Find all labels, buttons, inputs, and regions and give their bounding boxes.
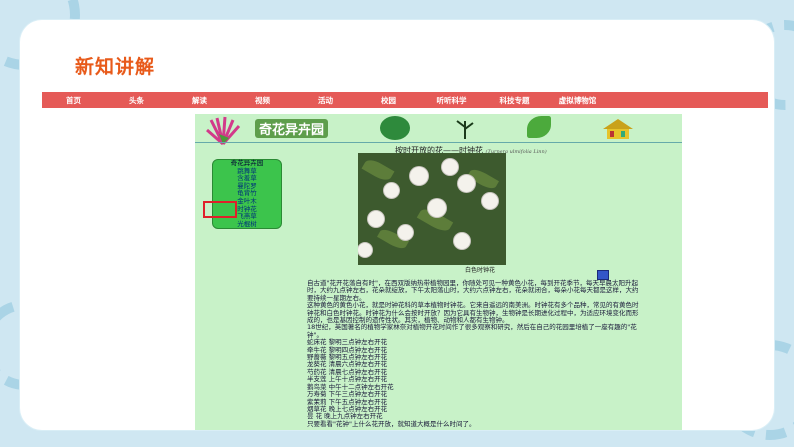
slide-title: 新知讲解 xyxy=(75,56,156,78)
nav-item-topics[interactable]: 科技专题 xyxy=(483,95,546,106)
nav-item-headlines[interactable]: 头条 xyxy=(105,95,168,106)
leaf-icon[interactable] xyxy=(527,116,551,138)
banner-divider xyxy=(195,142,682,143)
plant-icon[interactable] xyxy=(453,117,477,139)
menu-item[interactable]: 光棍树 xyxy=(213,220,281,229)
nav-item-museum[interactable]: 虚拟博物馆 xyxy=(546,95,609,106)
nav-item-campus[interactable]: 校园 xyxy=(357,95,420,106)
article-footer: 只要看看"花钟"上什么花开放，就知道大概是什么时间了。 xyxy=(307,419,476,428)
flower-photo xyxy=(358,153,506,265)
house-icon[interactable] xyxy=(601,117,635,141)
article-body: 自古道"花开花落自有时"，在西双版纳热带植物园里，你随处可见一种黄色小花，每到开… xyxy=(307,279,642,428)
site-banner: 奇花异卉园 xyxy=(195,114,682,148)
side-menu: 奇花异卉园 跳舞草 含羞草 曼陀罗 龟背竹 金叶木 时钟花 飞燕草 光棍树 xyxy=(212,159,282,229)
nav-item-interpret[interactable]: 解读 xyxy=(168,95,231,106)
nav-item-activity[interactable]: 活动 xyxy=(294,95,357,106)
site-logo: 奇花异卉园 xyxy=(255,119,329,138)
web-page-screenshot: 奇花异卉园 奇花异卉园 跳舞草 含羞草 曼陀罗 龟背竹 金叶木 时钟花 飞燕草 … xyxy=(195,114,682,430)
nav-item-science[interactable]: 听听科学 xyxy=(420,95,483,106)
photo-caption: 白色时钟花 xyxy=(465,267,496,274)
tree-icon[interactable] xyxy=(380,116,410,140)
nav-bar: 首页 头条 解读 视频 活动 校园 听听科学 科技专题 虚拟博物馆 xyxy=(42,92,768,108)
highlight-box xyxy=(203,201,237,218)
nav-item-video[interactable]: 视频 xyxy=(231,95,294,106)
nav-item-home[interactable]: 首页 xyxy=(42,95,105,106)
article-paragraph: 自古道"花开花落自有时"，在西双版纳热带植物园里，你随处可见一种黄色小花，每到开… xyxy=(307,279,639,302)
article-paragraph: 这种黄色的黄色小花，就是时钟花科的草本植物时钟花。它来自遥远的南美洲。时钟花有多… xyxy=(307,301,639,325)
